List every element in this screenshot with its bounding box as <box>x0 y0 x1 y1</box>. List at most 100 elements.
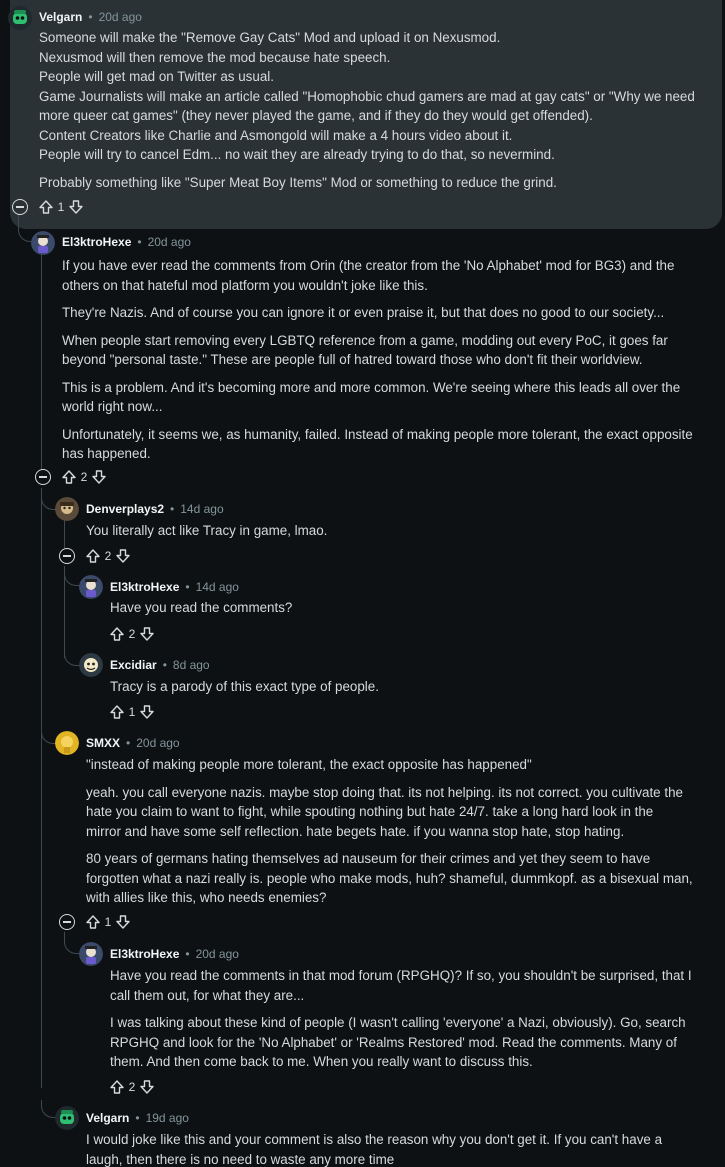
avatar[interactable] <box>55 1106 79 1130</box>
downvote-icon[interactable] <box>68 199 84 215</box>
vote-bar: 2 <box>85 545 131 567</box>
comment-body: Someone will make the "Remove Gay Cats" … <box>39 28 719 192</box>
upvote-icon[interactable] <box>85 914 101 930</box>
vote-count: 2 <box>128 627 136 641</box>
comment-line: Tracy is a parody of this exact type of … <box>110 679 379 694</box>
upvote-icon[interactable] <box>61 469 77 485</box>
comment-age[interactable]: 20d ago <box>136 736 179 750</box>
comment-meta: Excidiar • 8d ago <box>110 655 210 675</box>
vote-count: 1 <box>128 705 136 719</box>
author-name[interactable]: El3ktroHexe <box>110 580 179 594</box>
vote-bar: 2 <box>109 1076 155 1098</box>
vote-bar: 1 <box>85 911 131 933</box>
downvote-icon[interactable] <box>91 469 107 485</box>
vote-bar: 2 <box>61 466 107 488</box>
avatar[interactable] <box>8 6 32 30</box>
author-name[interactable]: Velgarn <box>39 10 82 24</box>
comment-line: with allies like this, who needs enemies… <box>86 890 327 905</box>
comment-line: 80 years of germans hating themselves ad… <box>86 851 651 866</box>
separator-dot: • <box>88 10 93 24</box>
separator-dot: • <box>137 235 142 249</box>
comment-line: others on that hateful mod platform you … <box>62 277 428 293</box>
comment-line: Nexusmod will then remove the mod becaus… <box>39 49 391 65</box>
separator-dot: • <box>185 947 190 961</box>
avatar[interactable] <box>79 942 103 966</box>
comment-line: Have you read the comments in that mod f… <box>110 968 692 983</box>
vote-count: 1 <box>57 200 65 214</box>
vote-count: 2 <box>128 1080 136 1094</box>
thread-line <box>64 520 65 548</box>
upvote-icon[interactable] <box>109 704 125 720</box>
thread-curve <box>64 572 80 586</box>
upvote-icon[interactable] <box>85 548 101 564</box>
thread-curve <box>64 652 80 666</box>
comment-line: People will try to cancel Edm... no wait… <box>39 147 555 162</box>
comment-body: You literally act like Tracy in game, lm… <box>86 521 716 541</box>
comment-age[interactable]: 8d ago <box>173 658 210 672</box>
author-name[interactable]: Denverplays2 <box>86 502 164 516</box>
comment-age[interactable]: 14d ago <box>180 502 223 516</box>
comment-line: yeah. you call everyone nazis. maybe sto… <box>86 784 683 800</box>
collapse-thread-icon[interactable] <box>35 469 51 485</box>
comment-line: hate you claim to want to fight, while s… <box>86 804 654 819</box>
thread-line <box>41 488 42 1088</box>
author-name[interactable]: Velgarn <box>86 1111 129 1125</box>
comment-line: more queer cat games" (they never played… <box>39 108 593 123</box>
comment-line: "instead of making people more tolerant,… <box>86 757 532 772</box>
comment-meta: El3ktroHexe • 20d ago <box>110 944 239 964</box>
comment-age[interactable]: 20d ago <box>148 235 191 249</box>
downvote-icon[interactable] <box>115 914 131 930</box>
comment-body: I would joke like this and your comment … <box>86 1130 721 1167</box>
comment-meta: El3ktroHexe • 20d ago <box>62 232 191 252</box>
comment-line: has happened. <box>62 446 151 461</box>
author-name[interactable]: El3ktroHexe <box>62 235 131 249</box>
thread-curve <box>64 938 80 954</box>
comment-age[interactable]: 20d ago <box>196 947 239 961</box>
comment-body: "instead of making people more tolerant,… <box>86 755 721 908</box>
author-name[interactable]: El3ktroHexe <box>110 947 179 961</box>
comment-body: Tracy is a parody of this exact type of … <box>110 677 710 697</box>
upvote-icon[interactable] <box>38 199 54 215</box>
collapse-thread-icon[interactable] <box>59 914 75 930</box>
comment-age[interactable]: 14d ago <box>196 580 239 594</box>
avatar[interactable] <box>55 731 79 755</box>
comment-line: I was talking about these kind of people… <box>110 1015 686 1030</box>
vote-bar: 1 <box>38 196 84 218</box>
vote-count: 2 <box>104 549 112 563</box>
comment-line: beyond "personal taste." These are peopl… <box>62 352 643 367</box>
comment-line: Content Creators like Charlie and Asmong… <box>39 127 513 143</box>
author-name[interactable]: SMXX <box>86 736 120 750</box>
collapse-thread-icon[interactable] <box>59 548 75 564</box>
downvote-icon[interactable] <box>139 1079 155 1095</box>
downvote-icon[interactable] <box>139 704 155 720</box>
comment-line: them. And then come back to me. When you… <box>110 1054 533 1069</box>
comment-line: When people start removing every LGBTQ r… <box>62 332 668 348</box>
avatar[interactable] <box>79 653 103 677</box>
separator-dot: • <box>170 502 175 516</box>
comment-body: Have you read the comments? <box>110 598 710 618</box>
upvote-icon[interactable] <box>109 1079 125 1095</box>
comment-line: Someone will make the "Remove Gay Cats" … <box>39 30 501 45</box>
comment-line: They're Nazis. And of course you can ign… <box>62 305 665 320</box>
author-name[interactable]: Excidiar <box>110 658 157 672</box>
separator-dot: • <box>126 736 131 750</box>
upvote-icon[interactable] <box>109 626 125 642</box>
downvote-icon[interactable] <box>139 626 155 642</box>
avatar[interactable] <box>31 231 55 255</box>
comment-meta: SMXX • 20d ago <box>86 733 180 753</box>
collapse-thread-icon[interactable] <box>12 199 28 215</box>
comment-meta: Velgarn • 19d ago <box>86 1108 189 1128</box>
vote-count: 2 <box>80 470 88 484</box>
comment-meta: Denverplays2 • 14d ago <box>86 499 224 519</box>
comment-line: If you have ever read the comments from … <box>62 258 675 273</box>
comment-age[interactable]: 19d ago <box>146 1111 189 1125</box>
comment-body: Have you read the comments in that mod f… <box>110 966 720 1072</box>
comment-line: Game Journalists will make an article ca… <box>39 88 695 104</box>
comment-line: I would joke like this and your comment … <box>86 1132 663 1147</box>
avatar[interactable] <box>55 497 79 521</box>
vote-count: 1 <box>104 915 112 929</box>
comment-age[interactable]: 20d ago <box>99 10 142 24</box>
downvote-icon[interactable] <box>115 548 131 564</box>
comment-line: world right now... <box>62 399 163 414</box>
avatar[interactable] <box>79 575 103 599</box>
